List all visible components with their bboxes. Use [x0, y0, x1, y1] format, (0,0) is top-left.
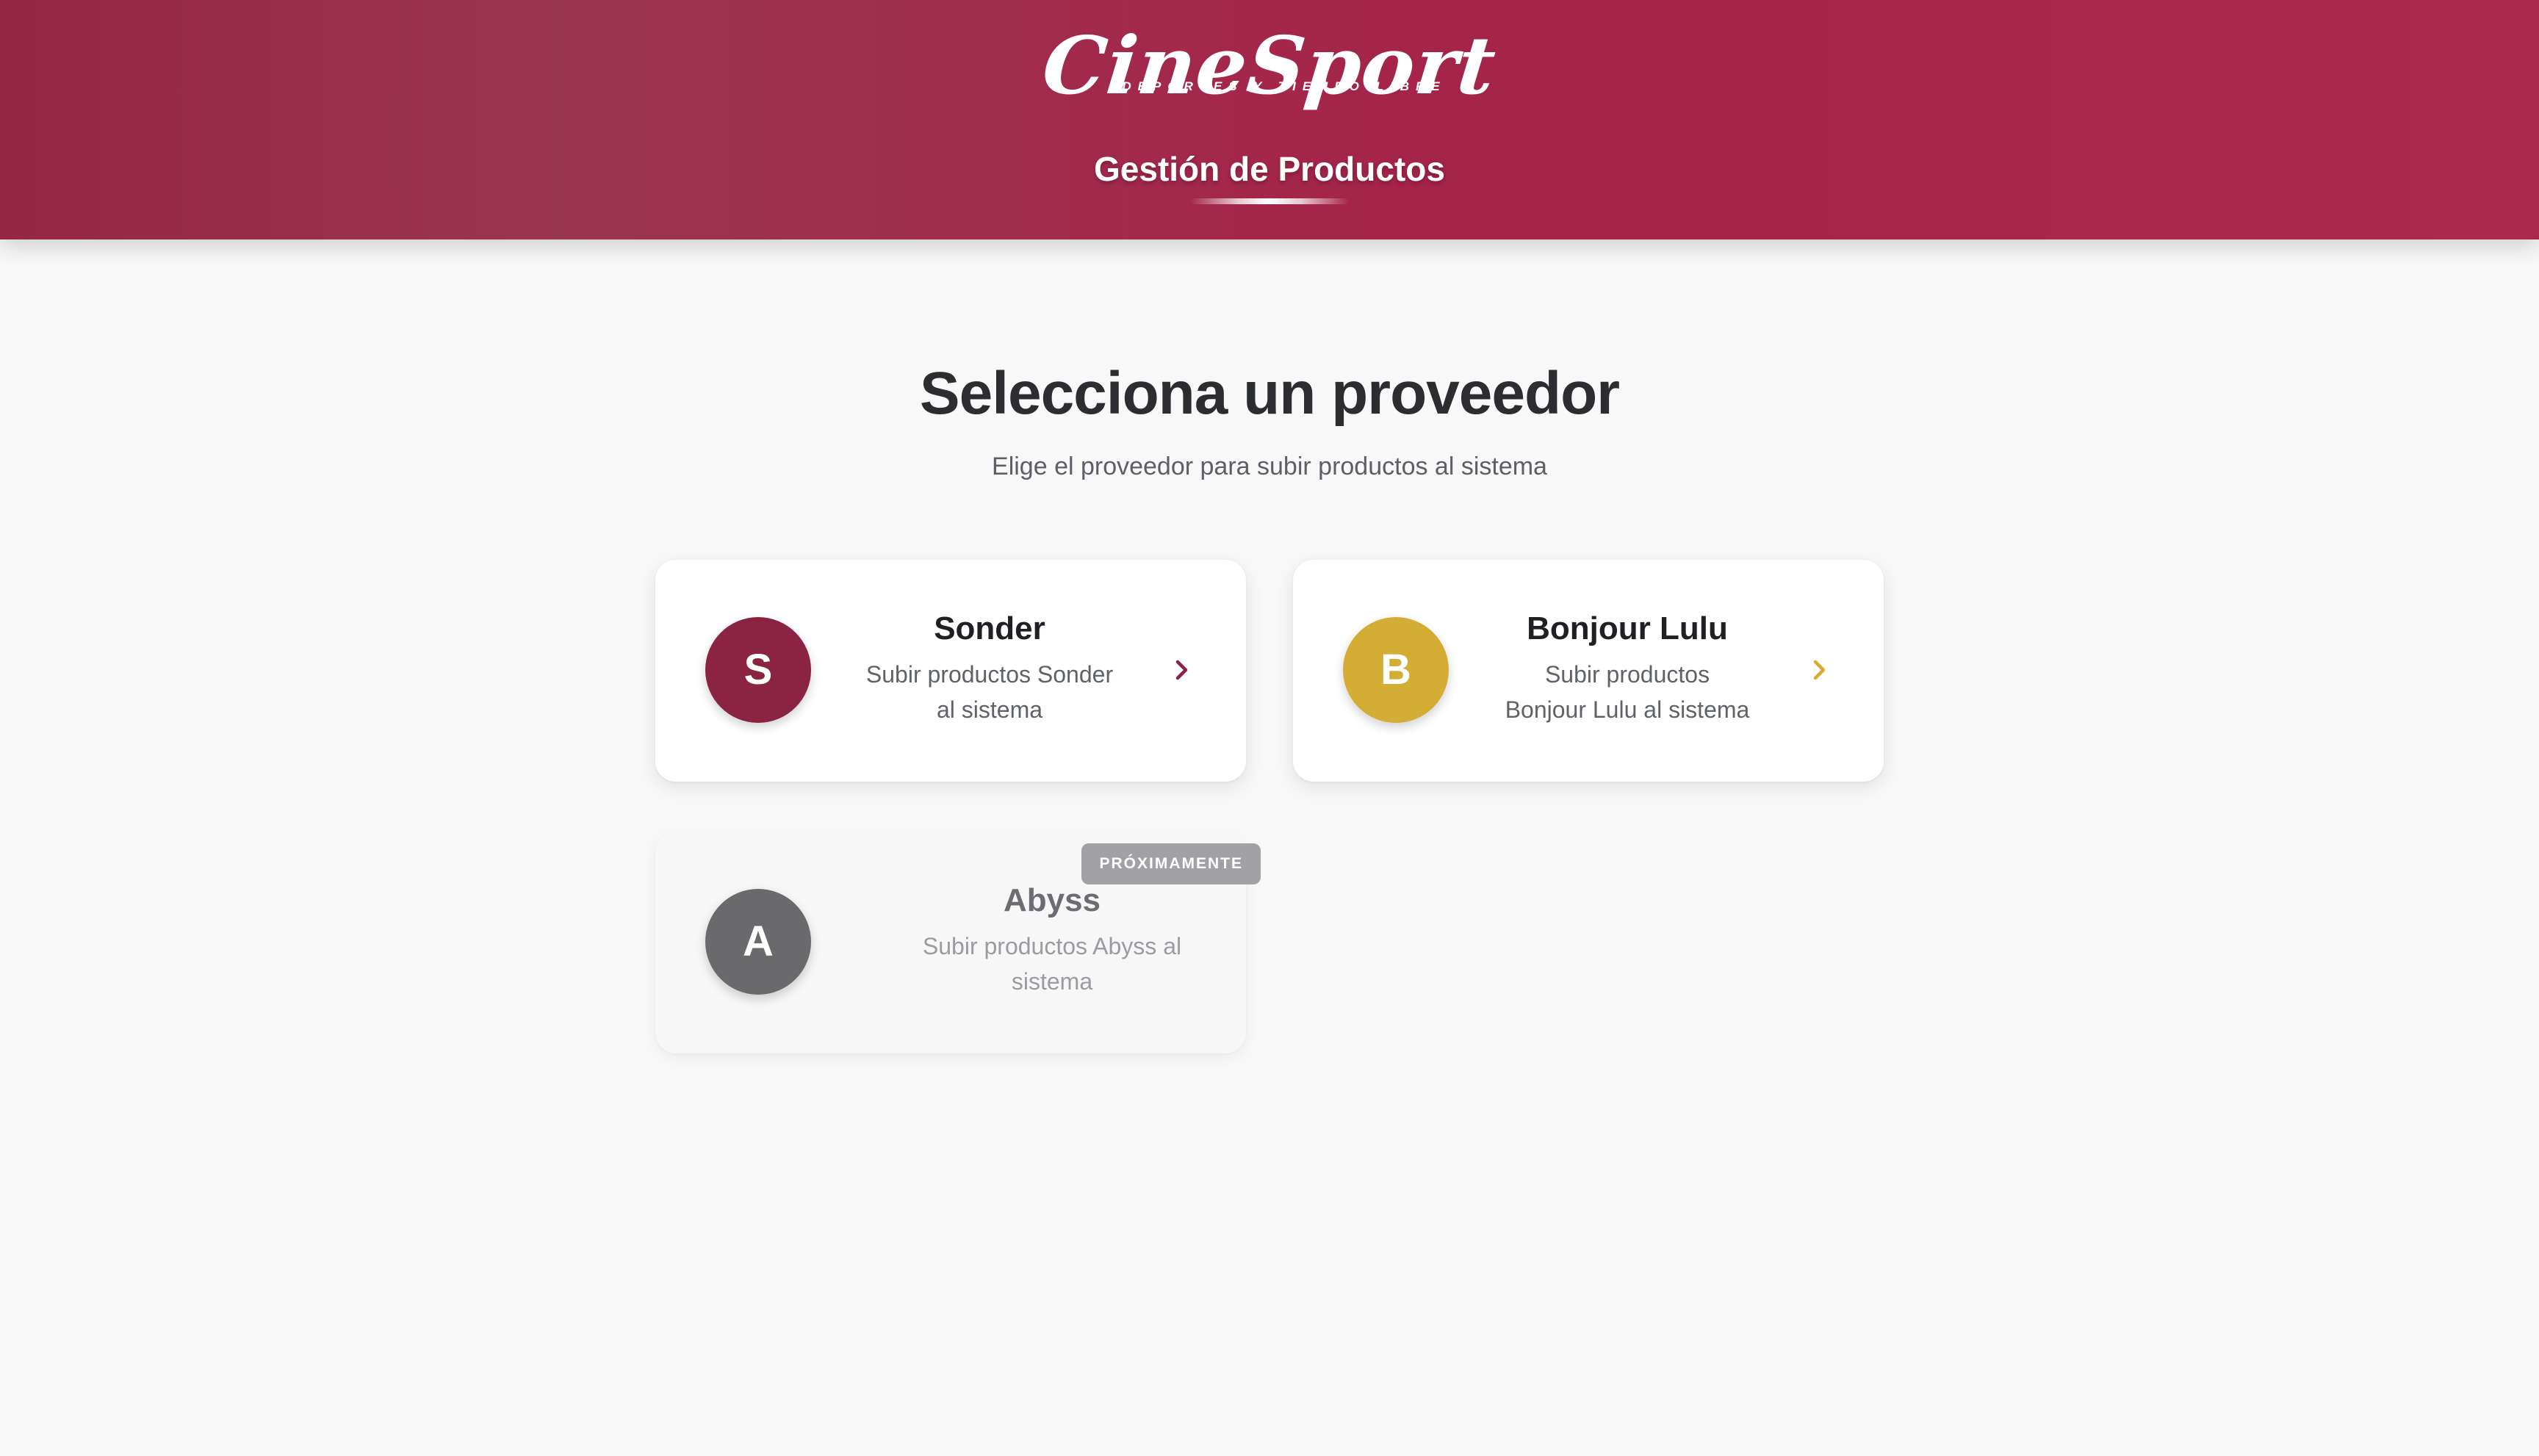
provider-description-line: Subir productos: [1544, 661, 1710, 688]
title-underline: [1190, 198, 1349, 204]
chevron-right-icon[interactable]: [1797, 648, 1841, 692]
chevron-right-icon[interactable]: [1159, 648, 1203, 692]
cinesport-logo[interactable]: CineSport: [0, 20, 2539, 112]
section-heading: Selecciona un proveedor: [919, 360, 1620, 427]
logo-wordmark: CineSport: [1038, 20, 1501, 112]
provider-description: Subir productos Bonjour Lulu al sistema: [1469, 657, 1785, 727]
provider-text-bonjour-lulu: Bonjour Lulu Subir productos Bonjour Lul…: [1469, 608, 1785, 727]
section-subheading: Elige el proveedor para subir productos …: [992, 453, 1547, 480]
provider-name: Bonjour Lulu: [1527, 610, 1728, 646]
coming-soon-badge: PRÓXIMAMENTE: [1081, 843, 1261, 884]
provider-description-line: Bonjour Lulu al sistema: [1505, 696, 1750, 723]
provider-avatar-bonjour-lulu: B: [1343, 617, 1449, 723]
provider-text-abyss: Abyss Subir productos Abyss al sistema: [876, 880, 1228, 999]
provider-name: Sonder: [934, 610, 1045, 646]
provider-avatar-abyss: A: [705, 889, 811, 995]
provider-card-abyss: A Abyss Subir productos Abyss al sistema…: [655, 832, 1261, 1053]
provider-card-sonder[interactable]: S Sonder Subir productos Sonder al siste…: [655, 560, 1246, 782]
provider-description-line: al sistema: [936, 696, 1043, 723]
provider-description: Subir productos Sonder al sistema: [832, 657, 1148, 727]
provider-description: Subir productos Abyss al sistema: [876, 929, 1228, 999]
provider-name: Abyss: [1003, 882, 1101, 918]
provider-text-sonder: Sonder Subir productos Sonder al sistema: [832, 608, 1148, 727]
app-header: CineSport DEPORTES Y TIEMPO LIBRE Gestió…: [0, 0, 2539, 239]
provider-card-bonjour-lulu[interactable]: B Bonjour Lulu Subir productos Bonjour L…: [1293, 560, 1884, 782]
provider-description-line: Subir productos Abyss al: [922, 933, 1182, 959]
provider-description-line: sistema: [1011, 968, 1093, 995]
logo-tagline: DEPORTES Y TIEMPO LIBRE: [1122, 79, 1447, 93]
provider-description-line: Subir productos Sonder: [865, 661, 1114, 688]
provider-avatar-sonder: S: [705, 617, 811, 723]
page-title: Gestión de Productos: [1094, 150, 1445, 188]
